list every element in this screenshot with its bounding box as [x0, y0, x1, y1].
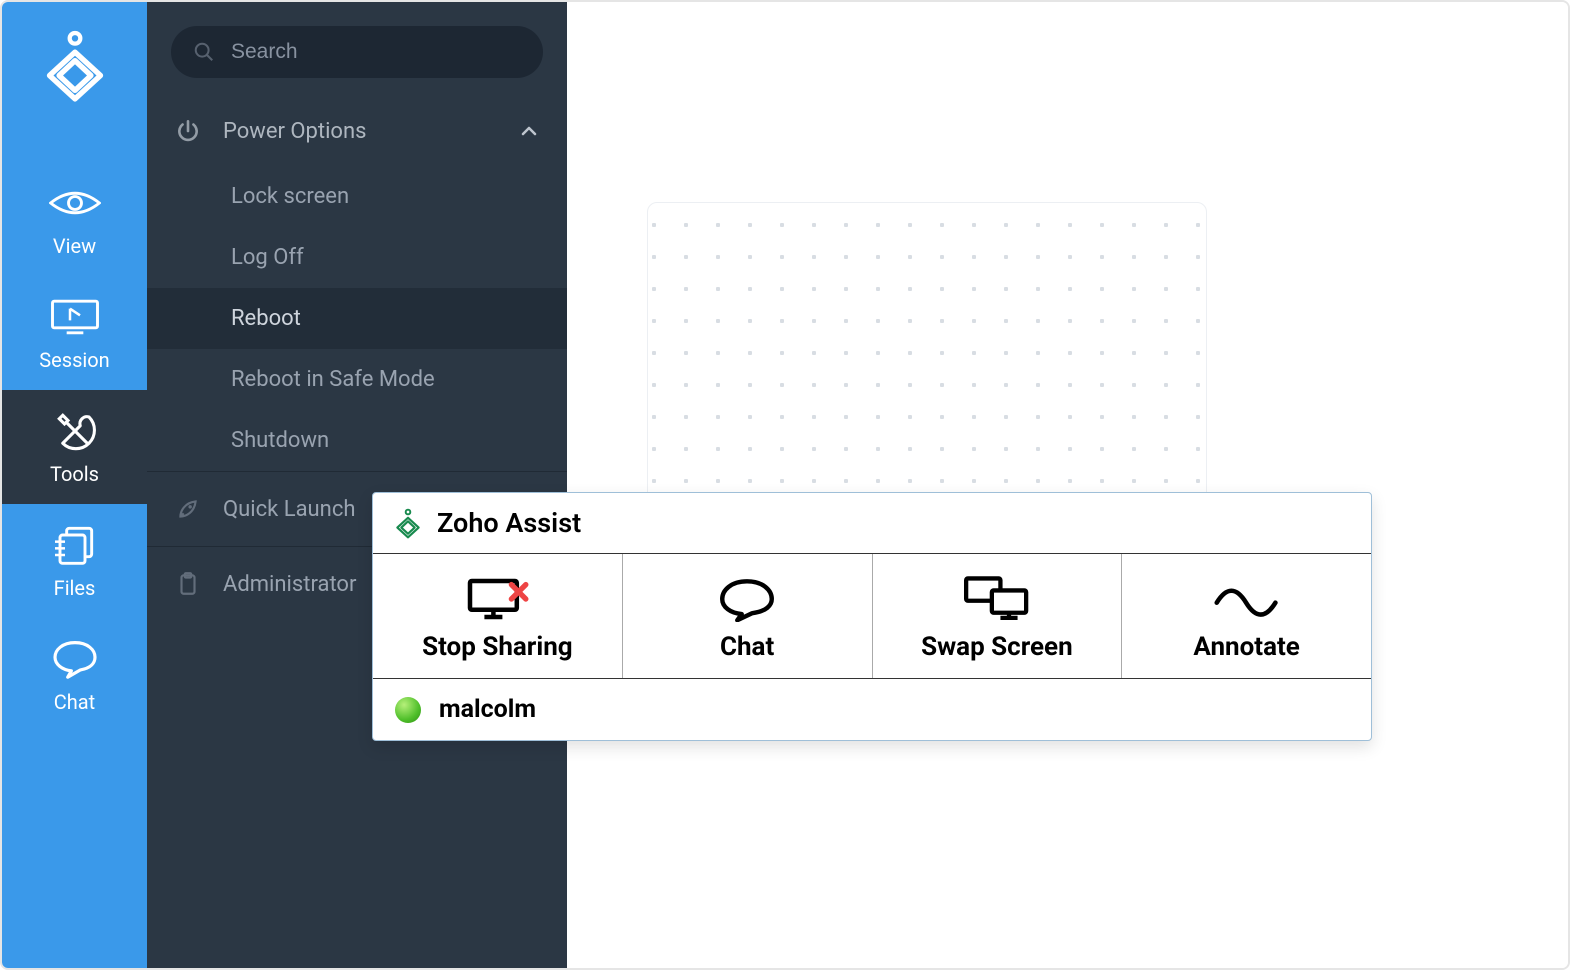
assist-annotate-label: Annotate — [1193, 632, 1299, 662]
assist-chat[interactable]: Chat — [623, 554, 873, 678]
app-logo — [40, 22, 110, 112]
status-online-icon — [395, 697, 421, 723]
rail-label-chat: Chat — [54, 690, 95, 714]
icon-rail: View Session Tools — [2, 2, 147, 968]
assist-header: Zoho Assist — [373, 493, 1371, 554]
power-shutdown[interactable]: Shutdown — [147, 410, 567, 471]
power-options-header[interactable]: Power Options — [147, 88, 567, 166]
assist-status-row: malcolm — [373, 679, 1371, 740]
files-icon — [49, 524, 101, 566]
assist-chat-icon — [711, 576, 783, 622]
rail-item-tools[interactable]: Tools — [2, 390, 147, 504]
side-panel: Power Options Lock screen Log Off Reboot… — [147, 2, 567, 968]
rail-label-files: Files — [54, 576, 96, 600]
stop-sharing-icon — [461, 576, 533, 622]
chat-bubble-icon — [49, 638, 101, 680]
power-reboot[interactable]: Reboot — [147, 288, 567, 349]
assist-annotate[interactable]: Annotate — [1122, 554, 1371, 678]
power-options-title: Power Options — [223, 119, 519, 144]
tools-icon — [49, 410, 101, 452]
rail-item-view[interactable]: View — [2, 162, 147, 276]
annotate-icon — [1211, 576, 1283, 622]
status-username: malcolm — [439, 695, 536, 724]
power-icon — [175, 118, 201, 144]
rail-label-tools: Tools — [50, 462, 99, 486]
assist-title: Zoho Assist — [437, 507, 581, 539]
search-input-wrap[interactable] — [171, 26, 543, 78]
assist-swap-screen[interactable]: Swap Screen — [873, 554, 1123, 678]
rocket-icon — [175, 496, 201, 522]
assist-toolbar: Zoho Assist Stop Sharing — [372, 492, 1372, 741]
app-window: View Session Tools — [0, 0, 1570, 970]
search-icon — [193, 41, 215, 63]
rail-label-view: View — [53, 234, 96, 258]
main-area — [567, 2, 1568, 968]
eye-icon — [49, 182, 101, 224]
chevron-up-icon — [519, 121, 539, 141]
rail-item-files[interactable]: Files — [2, 504, 147, 618]
power-lock-screen[interactable]: Lock screen — [147, 166, 567, 227]
swap-screen-icon — [961, 576, 1033, 622]
clipboard-icon — [175, 571, 201, 597]
administrator-label: Administrator — [223, 572, 356, 597]
rail-item-session[interactable]: Session — [2, 276, 147, 390]
rail-item-chat[interactable]: Chat — [2, 618, 147, 732]
power-safe-mode[interactable]: Reboot in Safe Mode — [147, 349, 567, 410]
quick-launch-label: Quick Launch — [223, 497, 355, 522]
search-input[interactable] — [231, 40, 521, 64]
monitor-icon — [49, 296, 101, 338]
rail-label-session: Session — [39, 348, 109, 372]
assist-logo-icon — [393, 508, 423, 538]
assist-stop-sharing[interactable]: Stop Sharing — [373, 554, 623, 678]
assist-stop-sharing-label: Stop Sharing — [422, 632, 573, 662]
power-log-off[interactable]: Log Off — [147, 227, 567, 288]
assist-swap-screen-label: Swap Screen — [921, 632, 1073, 662]
assist-actions-row: Stop Sharing Chat — [373, 554, 1371, 679]
assist-chat-label: Chat — [720, 632, 774, 662]
